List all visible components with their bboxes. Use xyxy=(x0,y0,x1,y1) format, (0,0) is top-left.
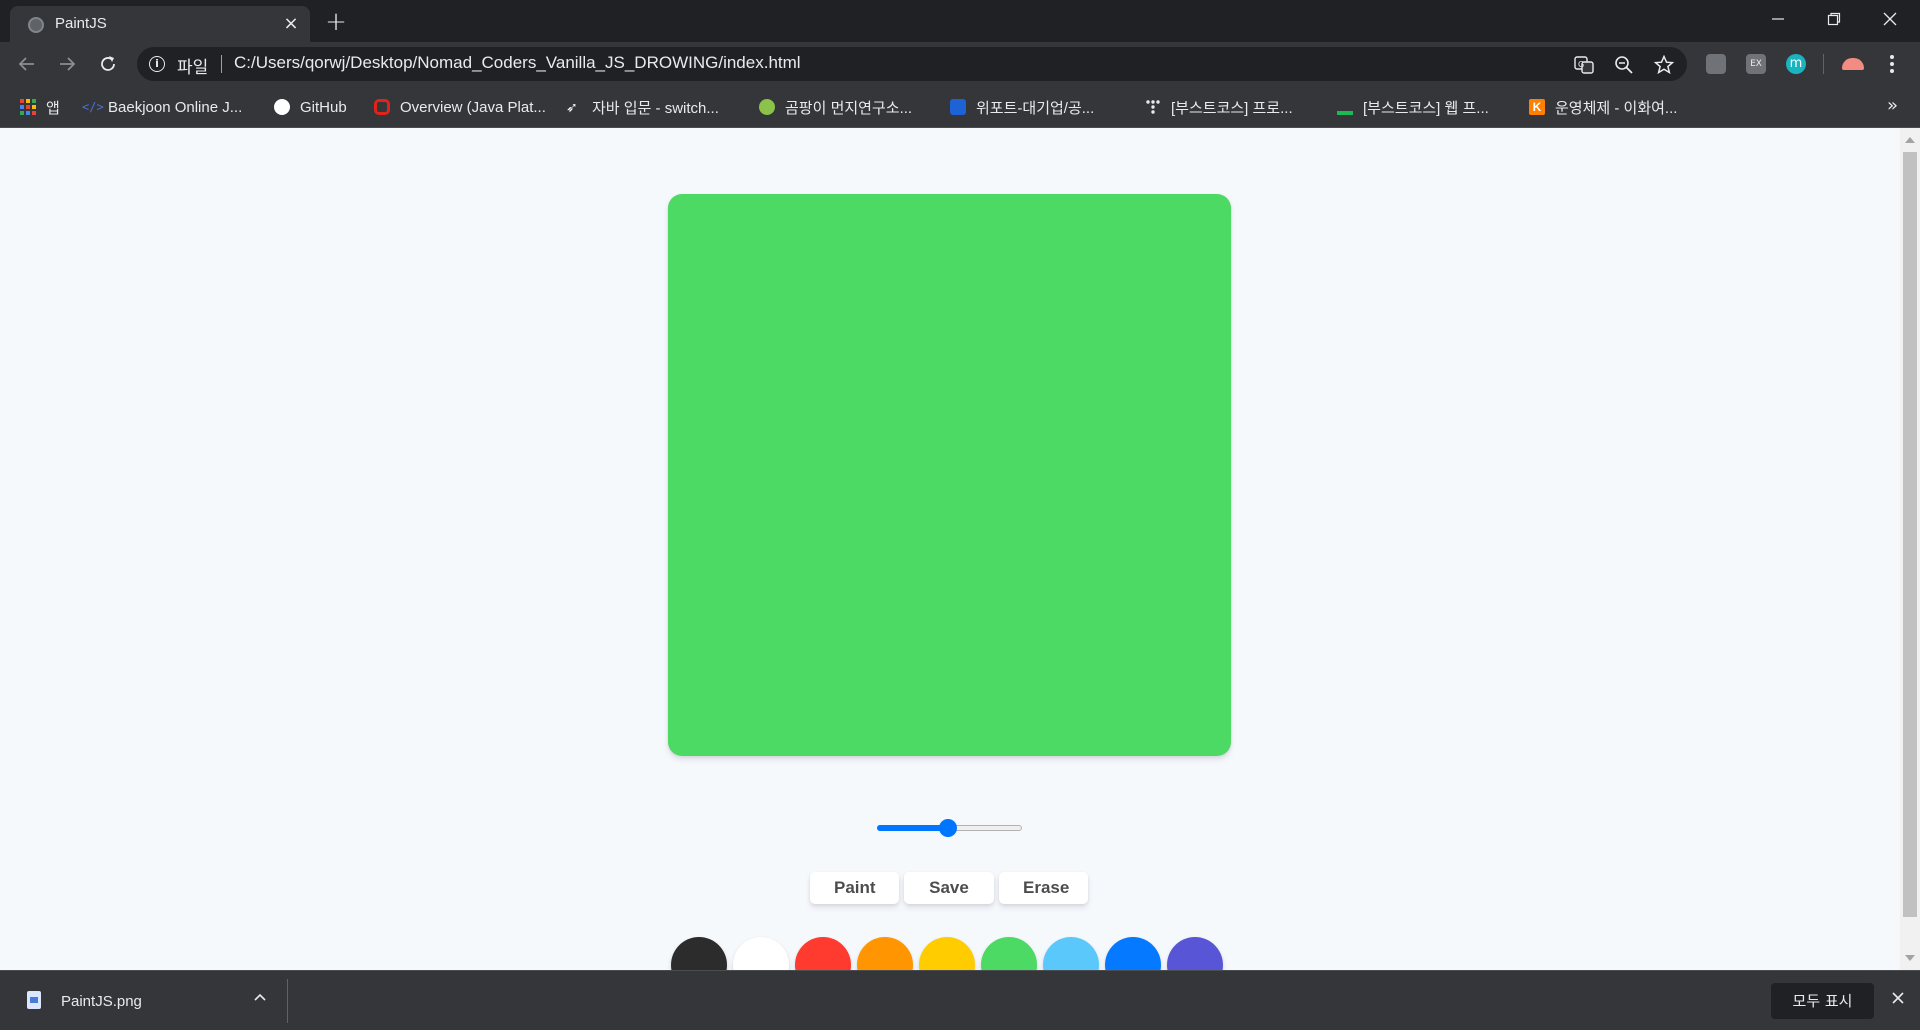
wepot-icon xyxy=(950,99,966,115)
forward-button[interactable] xyxy=(53,50,81,78)
bookmark-label: 곰팡이 먼지연구소... xyxy=(785,99,913,117)
bookmark-label: Overview (Java Plat... xyxy=(400,98,546,116)
close-download-shelf-icon[interactable] xyxy=(1888,988,1908,1008)
dots-icon xyxy=(1145,99,1161,115)
tab-paintjs[interactable]: PaintJS × xyxy=(10,6,310,42)
paint-canvas[interactable] xyxy=(668,194,1231,756)
save-button[interactable]: Save xyxy=(904,872,994,904)
control-buttons: Paint Save Erase xyxy=(810,872,1088,904)
forward-arrow-icon xyxy=(60,57,76,71)
brush-size-range[interactable] xyxy=(877,818,1022,838)
bookmark-java-overview[interactable]: Overview (Java Plat... xyxy=(374,96,546,118)
k-icon: K xyxy=(1529,99,1545,115)
bookmark-label: GitHub xyxy=(300,98,347,116)
bookmark-label: 앱 xyxy=(46,99,60,117)
address-bar[interactable]: i 파일 C:/Users/qorwj/Desktop/Nomad_Coders… xyxy=(137,47,1687,81)
bookmark-label: [부스트코스] 웹 프... xyxy=(1363,99,1489,117)
bookmark-star-icon[interactable] xyxy=(1653,54,1675,75)
range-thumb[interactable] xyxy=(939,819,957,837)
toolbar-divider xyxy=(1823,54,1824,74)
close-window-button[interactable] xyxy=(1862,0,1918,38)
show-all-button[interactable]: 모두 표시 xyxy=(1771,983,1874,1019)
browser-toolbar: i 파일 C:/Users/qorwj/Desktop/Nomad_Coders… xyxy=(0,42,1920,86)
reload-button[interactable] xyxy=(94,50,122,78)
back-arrow-icon xyxy=(18,57,34,71)
leaf-icon xyxy=(759,99,775,115)
bookmark-boostcourse-program[interactable]: [부스트코스] 프로... xyxy=(1145,96,1293,118)
restore-button[interactable] xyxy=(1806,0,1862,38)
address-scheme: 파일 xyxy=(177,58,209,78)
bird-icon: ➶ xyxy=(566,99,578,115)
bookmark-os-ewha[interactable]: K 운영체제 - 이화여... xyxy=(1529,96,1677,118)
bookmark-label: 위포트-대기업/공... xyxy=(976,99,1095,117)
address-separator xyxy=(221,55,222,73)
page-content: Paint Save Erase xyxy=(0,128,1920,993)
chevron-up-icon[interactable] xyxy=(252,989,268,1005)
extension-gray-icon[interactable] xyxy=(1706,54,1726,74)
extension-m-icon[interactable]: m xyxy=(1786,54,1806,74)
bookmarks-bar: 앱 </> Baekjoon Online J... GitHub Overvi… xyxy=(0,86,1920,128)
green-bar-icon xyxy=(1337,99,1353,115)
range-fill xyxy=(877,825,948,831)
globe-icon xyxy=(28,17,44,33)
browser-window: PaintJS × + i 파일 C:/Users/qorwj/Desktop/… xyxy=(0,0,1920,1030)
browser-menu-icon[interactable] xyxy=(1890,52,1894,76)
scroll-down-arrow-icon[interactable] xyxy=(1905,955,1915,961)
bookmark-github[interactable]: GitHub xyxy=(274,96,347,118)
tab-title: PaintJS xyxy=(55,15,107,32)
address-url[interactable]: C:/Users/qorwj/Desktop/Nomad_Coders_Vani… xyxy=(234,53,801,73)
bookmark-java-switch[interactable]: ➶ 자바 입문 - switch... xyxy=(566,96,719,118)
bookmark-label: [부스트코스] 프로... xyxy=(1171,99,1293,117)
code-icon: </> xyxy=(82,100,104,114)
bookmark-boostcourse-web[interactable]: [부스트코스] 웹 프... xyxy=(1337,96,1489,118)
info-icon[interactable]: i xyxy=(149,56,165,72)
download-file-name[interactable]: PaintJS.png xyxy=(61,993,142,1010)
bookmark-apps[interactable]: 앱 xyxy=(20,96,60,118)
github-icon xyxy=(274,99,290,115)
download-shelf: PaintJS.png 모두 표시 xyxy=(0,970,1920,1030)
back-button[interactable] xyxy=(13,50,41,78)
scroll-up-arrow-icon[interactable] xyxy=(1905,137,1915,143)
zoom-icon[interactable] xyxy=(1614,55,1634,75)
bookmark-label: 운영체제 - 이화여... xyxy=(1555,99,1678,117)
reload-icon xyxy=(101,56,115,71)
translate-icon[interactable]: G xyxy=(1574,55,1594,75)
bookmarks-more-button[interactable]: » xyxy=(1887,95,1898,116)
new-tab-button[interactable]: + xyxy=(322,9,350,37)
download-divider xyxy=(287,979,288,1023)
scroll-thumb[interactable] xyxy=(1903,152,1917,917)
extension-ex-icon[interactable]: EX xyxy=(1746,54,1766,74)
oracle-icon xyxy=(374,99,390,115)
bookmark-mold-lab[interactable]: 곰팡이 먼지연구소... xyxy=(759,96,912,118)
bookmark-label: 자바 입문 - switch... xyxy=(592,99,719,117)
bookmark-baekjoon[interactable]: </> Baekjoon Online J... xyxy=(82,96,242,118)
paint-button[interactable]: Paint xyxy=(810,872,899,904)
apps-grid-icon xyxy=(20,99,36,115)
profile-avatar-icon[interactable] xyxy=(1842,58,1864,70)
close-icon xyxy=(1883,12,1897,26)
minimize-button[interactable] xyxy=(1750,0,1806,38)
tab-strip: PaintJS × + xyxy=(0,0,1920,42)
page-scrollbar[interactable] xyxy=(1900,128,1920,970)
svg-text:G: G xyxy=(1578,60,1584,69)
image-file-icon xyxy=(27,991,41,1009)
minimize-icon xyxy=(1772,18,1784,20)
restore-icon xyxy=(1827,12,1841,26)
bookmark-label: Baekjoon Online J... xyxy=(108,98,243,116)
erase-button[interactable]: Erase xyxy=(999,872,1088,904)
bookmark-wepot[interactable]: 위포트-대기업/공... xyxy=(950,96,1094,118)
tab-close-icon[interactable]: × xyxy=(280,13,302,35)
